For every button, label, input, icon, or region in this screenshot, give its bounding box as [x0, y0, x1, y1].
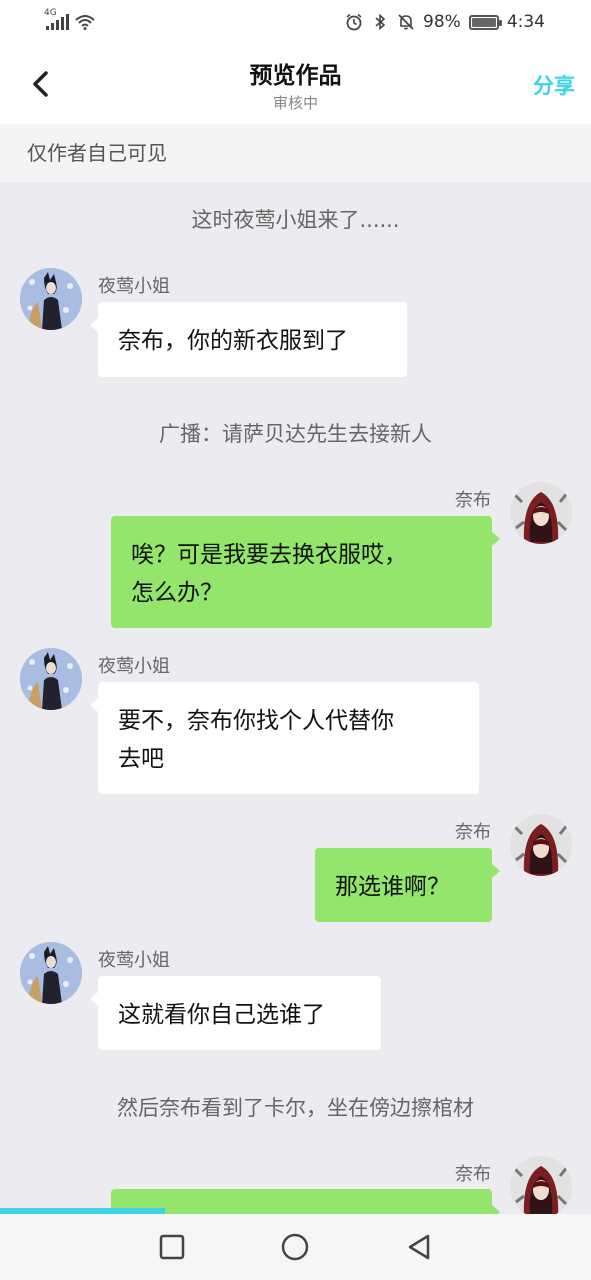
circle-icon — [282, 1233, 309, 1261]
message-bubble-left[interactable]: 这就看你自己选谁了 — [90, 976, 381, 1050]
system-back-button[interactable] — [399, 1227, 439, 1267]
system-nav-bar — [0, 1214, 591, 1280]
avatar-naib[interactable] — [510, 482, 572, 544]
status-bar-left: 4G — [44, 8, 95, 30]
status-bar: 4G 98% 4:34 — [0, 0, 591, 44]
battery-fill — [471, 17, 496, 27]
status-bar-right: 98% 4:34 — [345, 12, 545, 32]
message-bubble-left[interactable]: 奈布，你的新衣服到了 — [90, 302, 407, 377]
narration-text: 广播：请萨贝达先生去接新人 — [159, 422, 432, 446]
page-title: 预览作品 — [249, 63, 342, 89]
review-status: 审核中 — [272, 94, 318, 112]
sender-name: 夜莺小姐 — [98, 276, 170, 297]
sender-name: 奈布 — [455, 490, 491, 511]
square-icon — [159, 1234, 185, 1260]
message-text: 这就看你自己选谁了 — [118, 1002, 325, 1028]
avatar-naib[interactable] — [510, 1156, 572, 1214]
recent-apps-button[interactable] — [152, 1227, 192, 1267]
message-bubble-left[interactable]: 要不，奈布你找个人代替你 去吧 — [90, 682, 479, 794]
message-text-line: 去吧 — [118, 746, 164, 772]
avatar-nightingale[interactable] — [20, 268, 82, 330]
bluetooth-icon — [375, 13, 386, 31]
wifi-icon — [75, 15, 95, 30]
message-text: 奈布，你的新衣服到了 — [118, 328, 348, 354]
clock-time: 4:34 — [506, 12, 545, 32]
sender-name: 夜莺小姐 — [98, 656, 170, 677]
sender-name: 奈布 — [455, 1164, 491, 1185]
battery-percent: 98% — [423, 12, 461, 32]
sender-name: 奈布 — [455, 822, 491, 843]
battery-icon — [468, 14, 502, 30]
message-text-line: 唉？可是我要去换衣服哎， — [131, 542, 407, 568]
message-text-line: 怎么办？ — [131, 580, 223, 606]
avatar-nightingale[interactable] — [20, 942, 82, 1004]
signal-icon: 4G — [44, 8, 69, 30]
network-type-label: 4G — [44, 8, 57, 18]
home-button[interactable] — [275, 1227, 315, 1267]
sender-name: 夜莺小姐 — [98, 950, 170, 971]
triangle-back-icon — [408, 1234, 430, 1260]
share-button[interactable]: 分享 — [533, 70, 575, 100]
top-nav-bar: 预览作品 审核中 分享 — [0, 44, 591, 124]
message-bubble-right[interactable]: 那选谁啊？ — [315, 848, 500, 922]
avatar-nightingale[interactable] — [20, 648, 82, 710]
narration-text: 然后奈布看到了卡尔，坐在傍边擦棺材 — [117, 1096, 474, 1120]
alarm-icon — [346, 13, 362, 31]
message-text: 那选谁啊？ — [335, 874, 450, 900]
message-bubble-right[interactable]: 唉？可是我要去换衣服哎， 怎么办？ — [111, 516, 500, 628]
message-text-line: 要不，奈布你找个人代替你 — [118, 708, 394, 734]
mute-icon — [398, 14, 414, 30]
avatar-naib[interactable] — [510, 814, 572, 876]
visibility-notice: 仅作者自己可见 — [0, 124, 591, 182]
chat-area[interactable]: 这时夜莺小姐来了...... 夜莺小姐 奈布，你的新衣服到了 广播：请萨贝达先生… — [0, 182, 591, 1214]
narration-text: 这时夜莺小姐来了...... — [191, 208, 400, 232]
